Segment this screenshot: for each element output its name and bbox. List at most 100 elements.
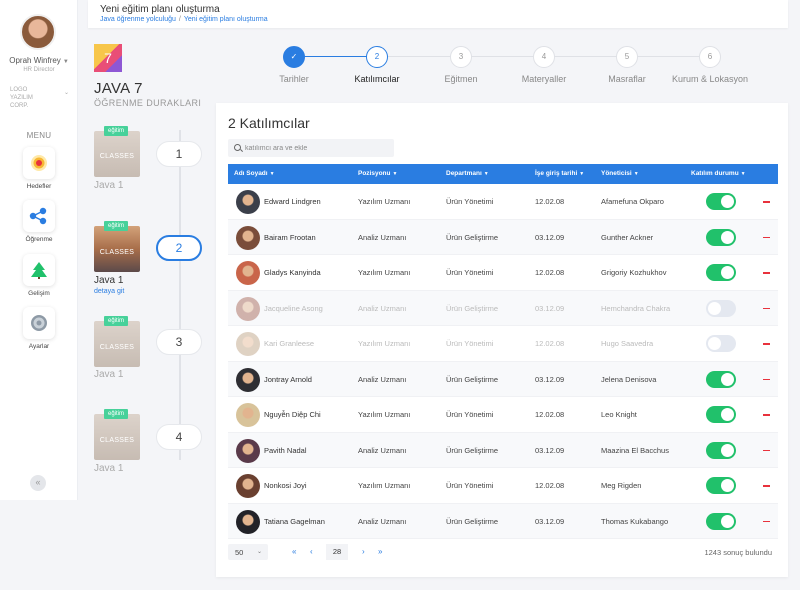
col-position[interactable]: Pozisyonu ▼ bbox=[358, 170, 397, 177]
step-1-circle[interactable]: ✓ bbox=[283, 46, 305, 68]
participant-name: Nonkosi Joyi bbox=[264, 481, 307, 490]
remove-participant-button[interactable] bbox=[763, 343, 770, 345]
participation-toggle[interactable] bbox=[706, 370, 736, 388]
participant-department: Ürün Geliştirme bbox=[446, 445, 499, 455]
stop-thumbnail-text: CLASSES bbox=[99, 344, 135, 351]
remove-participant-button[interactable] bbox=[763, 414, 770, 416]
step-6-circle[interactable]: 6 bbox=[699, 46, 721, 68]
participant-name: Nguyễn Diệp Chi bbox=[264, 410, 321, 419]
table-row[interactable]: Pavith Nadal Analiz Uzmanı Ürün Geliştirme… bbox=[228, 432, 778, 468]
table-row[interactable]: Jontray Arnold Analiz Uzmanı Ürün Geliştir… bbox=[228, 361, 778, 397]
step-4-circle[interactable]: 4 bbox=[533, 46, 555, 68]
user-avatar[interactable] bbox=[20, 14, 56, 50]
avatar bbox=[236, 225, 260, 250]
table-row[interactable]: Kari Granleese Yazılım Uzmanı Ürün Yönetim… bbox=[228, 326, 778, 362]
col-status[interactable]: Katılım durumu ▼ bbox=[691, 170, 746, 177]
company-name[interactable]: LOGO YAZILIM CORP. bbox=[10, 86, 50, 110]
results-count: 1243 sonuç bulundu bbox=[704, 548, 772, 557]
participant-name: Tatiana Gagelman bbox=[264, 516, 325, 526]
java-logo: 7 bbox=[94, 44, 122, 72]
stop-number-3[interactable]: 3 bbox=[156, 329, 202, 355]
col-name[interactable]: Adı Soyadı ▼ bbox=[234, 170, 275, 177]
stop-detail-link[interactable]: detaya git bbox=[94, 288, 124, 295]
participation-toggle[interactable] bbox=[706, 477, 736, 494]
remove-participant-button[interactable] bbox=[763, 378, 770, 380]
participation-toggle[interactable] bbox=[706, 441, 736, 459]
stop-label: Java 1 bbox=[94, 275, 124, 286]
collapse-sidebar-button[interactable]: « bbox=[30, 475, 46, 491]
search-icon bbox=[234, 144, 241, 151]
participant-start-date: 03.12.09 bbox=[535, 516, 565, 526]
participation-toggle[interactable] bbox=[706, 406, 736, 423]
step-2-circle[interactable]: 2 bbox=[366, 46, 388, 68]
participation-toggle[interactable] bbox=[706, 299, 736, 317]
course-subtitle: ÖĞRENME DURAKLARI bbox=[94, 98, 202, 108]
table-header: Adı Soyadı ▼ Pozisyonu ▼ Departmanı ▼ İşe g… bbox=[228, 164, 778, 184]
chevron-down-icon: ▼ bbox=[62, 59, 69, 65]
participant-name: Bairam Frootan bbox=[264, 232, 316, 242]
breadcrumb-link-journey[interactable]: Java öğrenme yolculuğu bbox=[100, 16, 176, 23]
remove-participant-button[interactable] bbox=[763, 201, 770, 203]
participation-toggle[interactable] bbox=[706, 264, 736, 281]
col-start-date[interactable]: İşe giriş tarihi ▼ bbox=[535, 170, 584, 177]
remove-participant-button[interactable] bbox=[763, 236, 770, 238]
chevron-down-icon: ⌄ bbox=[256, 549, 262, 555]
table-row[interactable]: Gladys Kanyinda Yazılım Uzmanı Ürün Yöneti… bbox=[228, 255, 778, 291]
page-size-value: 50 bbox=[235, 548, 244, 557]
participant-name: Edward Lindgren bbox=[264, 197, 321, 206]
table-row[interactable]: Nguyễn Diệp Chi Yazılım Uzmanı Ürün Yöneti… bbox=[228, 397, 778, 433]
col-department-label: Departmanı bbox=[446, 170, 482, 177]
prev-page-button[interactable]: ‹ bbox=[310, 547, 313, 556]
page-size-select[interactable]: 50 ⌄ bbox=[228, 544, 268, 560]
table-row[interactable]: Bairam Frootan Analiz Uzmanı Ürün Geliştir… bbox=[228, 219, 778, 255]
stop-number-4[interactable]: 4 bbox=[156, 424, 202, 450]
last-page-button[interactable]: » bbox=[378, 547, 382, 556]
participant-name: Jontray Arnold bbox=[264, 374, 312, 384]
first-page-button[interactable]: « bbox=[292, 547, 296, 556]
participant-search[interactable] bbox=[228, 139, 394, 157]
sort-caret-icon: ▼ bbox=[633, 171, 639, 177]
sort-caret-icon: ▼ bbox=[269, 171, 275, 177]
remove-participant-button[interactable] bbox=[763, 449, 770, 451]
col-manager[interactable]: Yöneticisi ▼ bbox=[601, 170, 639, 177]
user-menu[interactable]: Oprah Winfrey ▼ bbox=[0, 56, 78, 65]
participant-position: Yazılım Uzmanı bbox=[358, 268, 411, 277]
participation-toggle[interactable] bbox=[706, 193, 736, 210]
remove-participant-button[interactable] bbox=[763, 520, 770, 522]
table-row[interactable]: Jacqueline Asong Analiz Uzmanı Ürün Gelişt… bbox=[228, 290, 778, 326]
step-6-label[interactable]: Kurum & Lokasyon bbox=[660, 74, 760, 84]
menu-item-development[interactable]: Gelişim bbox=[14, 254, 64, 297]
participant-start-date: 12.02.08 bbox=[535, 197, 565, 206]
table-row[interactable]: Tatiana Gagelman Analiz Uzmanı Ürün Gelişt… bbox=[228, 503, 778, 539]
participant-position: Yazılım Uzmanı bbox=[358, 481, 411, 490]
participation-toggle[interactable] bbox=[706, 335, 736, 352]
company-chevron-icon[interactable]: ⌄ bbox=[64, 89, 69, 96]
col-department[interactable]: Departmanı ▼ bbox=[446, 170, 489, 177]
breadcrumb-current[interactable]: Yeni eğitim planı oluşturma bbox=[184, 16, 268, 23]
remove-participant-button[interactable] bbox=[763, 307, 770, 309]
stop-thumbnail-text: CLASSES bbox=[99, 437, 135, 444]
step-5-circle[interactable]: 5 bbox=[616, 46, 638, 68]
stop-number-1[interactable]: 1 bbox=[156, 141, 202, 167]
table-row[interactable]: Edward Lindgren Yazılım Uzmanı Ürün Yöneti… bbox=[228, 184, 778, 220]
step-3-circle[interactable]: 3 bbox=[450, 46, 472, 68]
participation-toggle[interactable] bbox=[706, 228, 736, 246]
avatar bbox=[236, 261, 260, 285]
table-row[interactable]: Nonkosi Joyi Yazılım Uzmanı Ürün Yönetimi 1… bbox=[228, 468, 778, 504]
stop-number-2[interactable]: 2 bbox=[156, 235, 202, 261]
menu-item-learning[interactable]: Öğrenme bbox=[14, 200, 64, 243]
menu-item-settings[interactable]: Ayarlar bbox=[14, 307, 64, 350]
search-input[interactable] bbox=[245, 142, 385, 154]
sort-caret-icon: ▼ bbox=[740, 171, 746, 177]
remove-participant-button[interactable] bbox=[763, 272, 770, 274]
menu-item-goals[interactable]: Hedefler bbox=[14, 147, 64, 190]
next-page-button[interactable]: › bbox=[362, 547, 365, 556]
remove-participant-button[interactable] bbox=[763, 485, 770, 487]
menu-label-goals: Hedefler bbox=[26, 183, 52, 190]
participant-manager: Meg Rigden bbox=[601, 481, 642, 490]
current-page[interactable]: 28 bbox=[326, 544, 348, 560]
avatar bbox=[236, 190, 260, 214]
participant-department: Ürün Geliştirme bbox=[446, 303, 499, 313]
avatar bbox=[236, 403, 260, 427]
participation-toggle[interactable] bbox=[706, 512, 736, 530]
